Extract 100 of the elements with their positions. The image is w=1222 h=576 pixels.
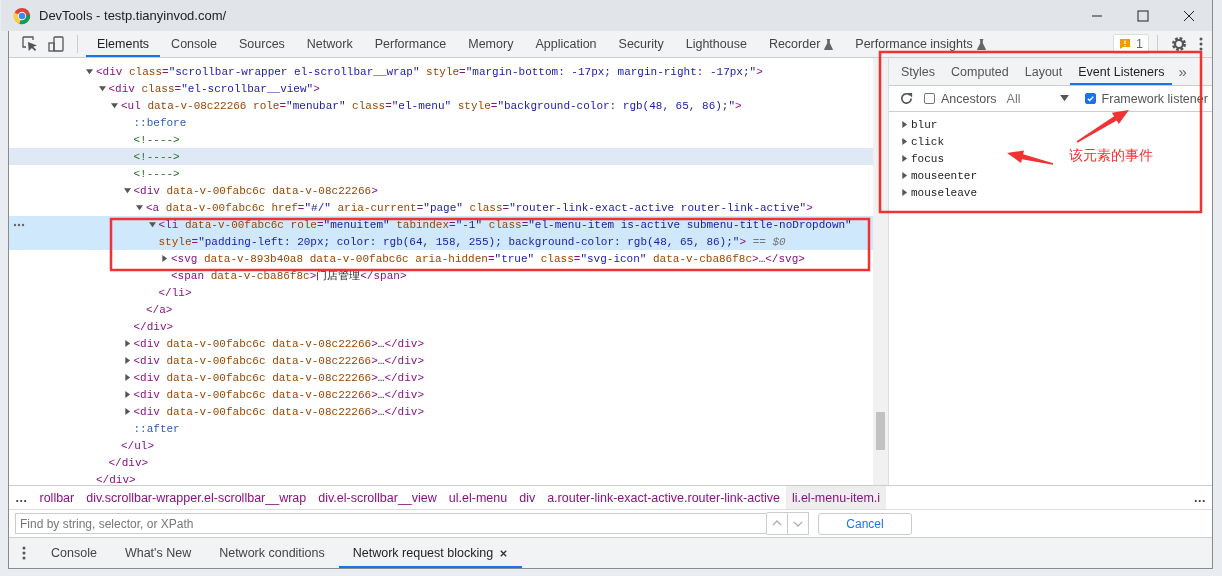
expanded-arrow-icon[interactable] [136, 204, 143, 211]
expanded-arrow-icon[interactable] [98, 85, 106, 92]
dom-tree-row[interactable]: <div data-v-00fabc6c data-v-08c22266>…</div> [9, 369, 873, 386]
panel-tab[interactable]: Console [160, 31, 228, 57]
checkbox[interactable] [924, 93, 935, 104]
event-name[interactable]: mouseleave [911, 186, 977, 199]
sidebar-tab[interactable]: Styles [893, 58, 944, 85]
breadcrumb[interactable]: ul.el-menu [442, 486, 514, 509]
breadcrumb-overflow[interactable]: … [9, 486, 34, 509]
panel-tab[interactable]: Sources [228, 31, 296, 57]
more-icon[interactable] [13, 223, 25, 227]
dom-tree-row[interactable]: <svg data-v-893b40a8 data-v-00fabc6c aria-hidden="true" class="svg-icon" data-v-cba86f8c>…</svg> [9, 250, 873, 267]
dom-tree-row[interactable]: <!----> [9, 131, 873, 148]
breadcrumb[interactable]: div [513, 486, 542, 509]
dom-node-text: <svg data-v-893b40a8 data-v-00fabc6c aria-hidden="true" class="svg-icon" data-v-cba86f8c>…</svg> [171, 252, 805, 265]
collapsed-arrow-icon[interactable] [901, 155, 908, 162]
dom-tree-row[interactable]: <div class="el-scrollbar__view"> [9, 80, 873, 97]
sidebar-tab[interactable]: Computed [943, 58, 1017, 85]
dom-tree-row[interactable]: style="padding-left: 20px; color: rgb(64, 158, 255); background-color: rgb(48, 65, 86);"> == $0 [9, 233, 873, 250]
checkbox[interactable] [1084, 93, 1096, 104]
inspect-element-icon[interactable] [21, 35, 39, 53]
breadcrumb[interactable]: div.scrollbar-wrapper.el-scrollbar__wrap [80, 486, 313, 509]
collapsed-arrow-icon[interactable] [901, 138, 908, 145]
drawer-tab[interactable]: Network request blocking [338, 538, 523, 568]
more-tabs-button[interactable]: » [1172, 58, 1193, 85]
dom-node-text: <div data-v-00fabc6c data-v-08c22266>…</div> [133, 337, 425, 350]
panel-tab[interactable]: Lighthouse [674, 31, 758, 57]
collapsed-arrow-icon[interactable] [901, 172, 908, 179]
annotation-label: 该元素的事件 [1069, 147, 1153, 165]
drawer-tab[interactable]: Console [37, 538, 111, 568]
filter-dropdown[interactable]: All [1006, 91, 1069, 106]
more-options-icon[interactable] [1198, 35, 1204, 53]
collapsed-arrow-icon[interactable] [161, 255, 168, 262]
drawer-tab[interactable]: What's New [110, 538, 206, 568]
scrollbar-thumb[interactable] [876, 412, 885, 450]
caret-icon [1059, 95, 1069, 102]
device-toolbar-icon[interactable] [47, 35, 65, 53]
collapsed-arrow-icon[interactable] [123, 357, 131, 364]
expanded-arrow-icon[interactable] [123, 187, 131, 194]
dom-tree-row[interactable]: <div data-v-00fabc6c data-v-08c22266>…</div> [9, 386, 873, 403]
dom-tree-row[interactable]: <div data-v-00fabc6c data-v-08c22266>…</div> [9, 352, 873, 369]
expanded-arrow-icon[interactable] [148, 221, 156, 228]
closing-tag-text: </div> [96, 473, 136, 485]
event-name[interactable]: click [911, 135, 944, 148]
closing-tag-text: </div> [108, 456, 149, 469]
breadcrumb[interactable]: a.router-link-exact-active.router-link-active [541, 486, 786, 509]
panel-tab[interactable]: Recorder [757, 31, 845, 57]
sidebar-tab[interactable]: Layout [1016, 58, 1071, 85]
dom-tree-row[interactable]: <a data-v-00fabc6c href="#/" aria-current="page" class="router-link-exact-active router-link-active"> [9, 199, 873, 216]
sidebar-tab[interactable]: Event Listeners [1070, 58, 1173, 85]
collapsed-arrow-icon[interactable] [123, 374, 131, 381]
refresh-icon[interactable] [899, 91, 914, 106]
dom-tree-row[interactable]: <ul data-v-08c22266 role="menubar" class="el-menu" style="background-color: rgb(48, 65, 86);"> [9, 97, 873, 114]
event-name[interactable]: mouseenter [911, 169, 977, 182]
drawer-tab[interactable]: Network conditions [205, 538, 339, 568]
dom-tree-row[interactable]: <div data-v-00fabc6c data-v-08c22266>…</div> [9, 403, 873, 420]
dom-tree-row[interactable]: <div data-v-00fabc6c data-v-08c22266> [9, 182, 873, 199]
panel-tab[interactable]: Application [524, 31, 608, 57]
settings-icon[interactable] [1170, 35, 1188, 53]
dom-node-text: <!----> [133, 133, 180, 146]
collapsed-arrow-icon[interactable] [123, 391, 131, 398]
panel-tab[interactable]: Security [607, 31, 675, 57]
breadcrumb[interactable]: li.el-menu-item.i [785, 486, 887, 509]
drawer-menu-icon[interactable] [21, 544, 27, 562]
scrollbar[interactable] [873, 58, 889, 485]
close-icon[interactable] [499, 548, 509, 558]
dom-tree-row[interactable]: ::before [9, 114, 873, 131]
collapsed-arrow-icon[interactable] [123, 408, 131, 415]
expanded-arrow-icon[interactable] [111, 102, 118, 109]
event-name[interactable]: blur [911, 118, 938, 131]
issues-badge[interactable]: 1 [1113, 34, 1149, 54]
breadcrumb[interactable]: rollbar [33, 486, 81, 509]
cancel-button[interactable]: Cancel [818, 512, 912, 535]
dom-node-text: <div data-v-00fabc6c data-v-08c22266>…</div> [133, 354, 425, 367]
dom-tree-row[interactable]: <div class="scrollbar-wrapper el-scrollbar__wrap" style="margin-bottom: -17px; margin-right: -17px;"> [9, 63, 873, 80]
event-name[interactable]: focus [911, 152, 944, 165]
dom-tree-row[interactable]: <!----> [9, 165, 873, 182]
panel-tab[interactable]: Network [295, 31, 364, 57]
dom-tree-row[interactable]: <!----> [9, 148, 873, 165]
dom-tree-row[interactable]: <div data-v-00fabc6c data-v-08c22266>…</div> [9, 335, 873, 352]
dom-node-text: <a data-v-00fabc6c href="#/" aria-current="page" class="router-link-exact-active router-link-active"> [146, 201, 813, 214]
dom-node-text: <li data-v-00fabc6c role="menuitem" tabindex="-1" class="el-menu-item is-active submenu-title-noDropdown" [158, 218, 852, 231]
panel-tab[interactable]: Elements [86, 31, 161, 57]
window-title: DevTools - testp.tianyinvod.com/ [39, 8, 227, 23]
panel-tab[interactable]: Performance insights [844, 31, 997, 57]
annotation-arrow [1076, 110, 1129, 143]
collapsed-arrow-icon[interactable] [123, 340, 131, 347]
expanded-arrow-icon[interactable] [86, 68, 93, 75]
panel-tab[interactable]: Memory [457, 31, 525, 57]
dom-node-text: <div data-v-00fabc6c data-v-08c22266>…</div> [133, 371, 425, 384]
breadcrumb-overflow[interactable]: … [1187, 486, 1212, 509]
search-field[interactable]: Find by string, selector, or XPath [15, 513, 767, 534]
collapsed-arrow-icon[interactable] [901, 121, 908, 128]
collapsed-arrow-icon[interactable] [901, 189, 908, 196]
breadcrumb[interactable]: div.el-scrollbar__view [312, 486, 443, 509]
dom-node-text: <div data-v-00fabc6c data-v-08c22266>…</div> [133, 405, 425, 418]
closing-tag-text: </ul> [121, 439, 154, 452]
dom-tree-row[interactable]: ::after [9, 420, 873, 437]
checkbox-label: Ancestors [941, 91, 997, 106]
panel-tab[interactable]: Performance [363, 31, 458, 57]
